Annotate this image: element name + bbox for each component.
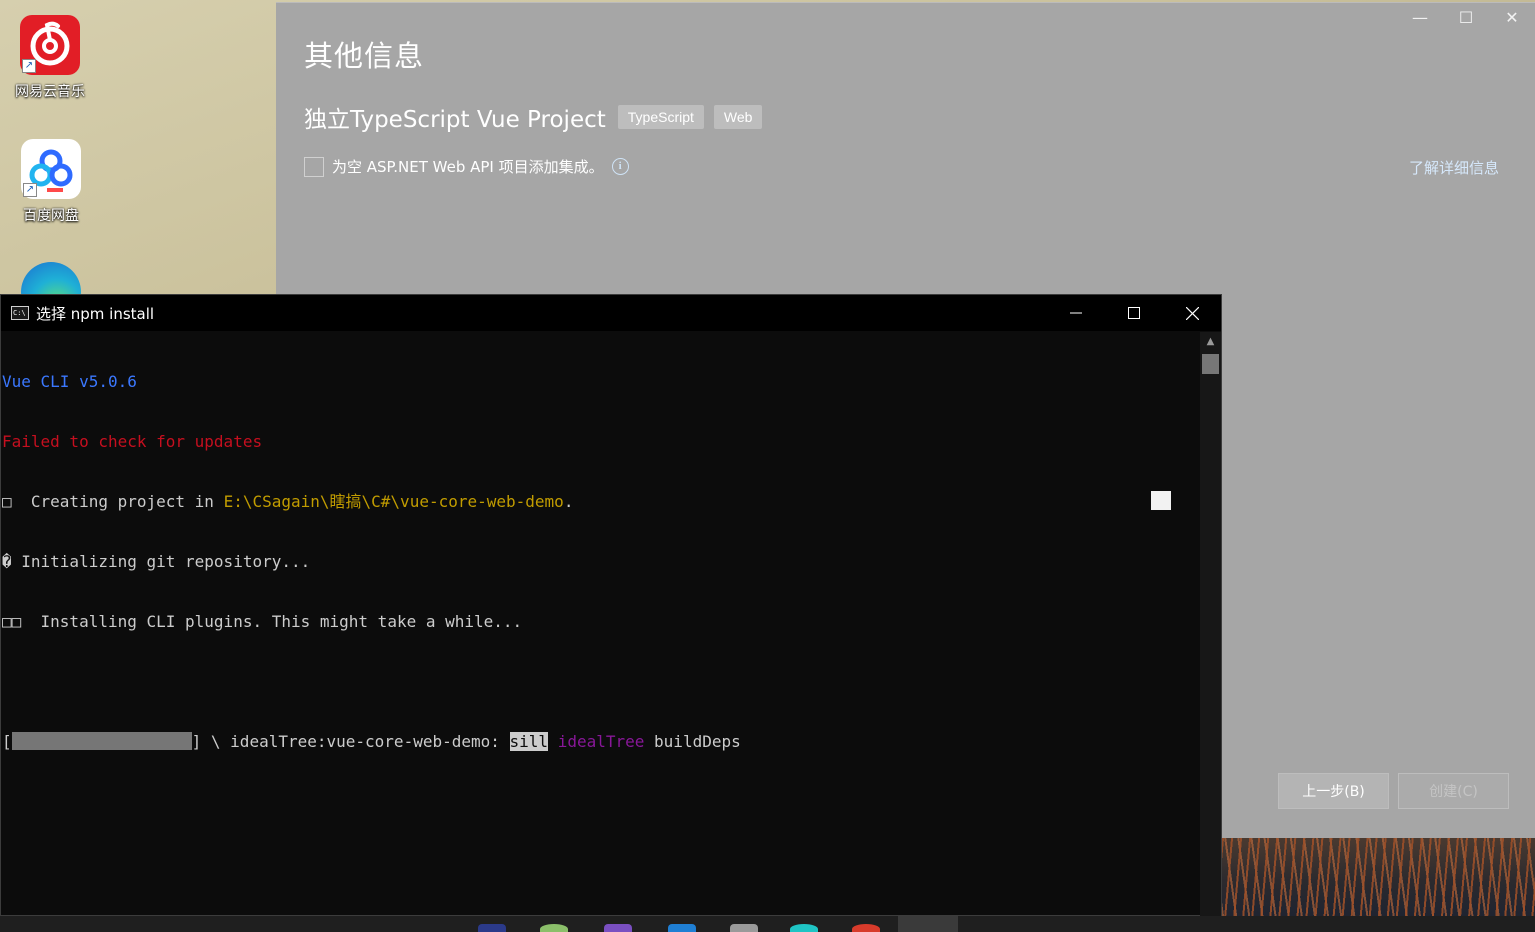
maximize-button[interactable]: ☐ (1443, 3, 1489, 31)
console-line-failed-check: Failed to check for updates (2, 432, 263, 451)
wallpaper-reeds (1222, 838, 1535, 916)
npm-progress-bar (11, 732, 192, 750)
console-app-icon: C:\ (11, 306, 29, 320)
console-title: 选择 npm install (36, 304, 155, 323)
taskbar-app-icon[interactable] (540, 924, 568, 932)
close-button[interactable]: ✕ (1489, 3, 1535, 31)
taskbar-app-icon[interactable] (478, 924, 506, 932)
learn-more-link[interactable]: 了解详细信息 (1409, 157, 1499, 178)
dialog-window-controls: — ☐ ✕ (1397, 3, 1535, 31)
text-cursor (1151, 491, 1171, 510)
log-message: buildDeps (644, 732, 741, 751)
project-path: E:\CSagain\瞎搞\C#\vue-core-web-demo (223, 492, 564, 511)
netease-music-icon: ↗ (20, 15, 80, 75)
minimize-button[interactable]: — (1397, 3, 1443, 31)
shortcut-arrow-icon: ↗ (23, 183, 37, 197)
progress-status: ] \ idealTree:vue-core-web-demo: (191, 732, 510, 751)
back-button[interactable]: 上一步(B) (1278, 773, 1389, 809)
console-line-init-git: � Initializing git repository... (2, 552, 311, 571)
taskbar (0, 916, 1535, 932)
console-scrollbar[interactable]: ▲ (1200, 332, 1221, 916)
minimize-button[interactable] (1047, 295, 1105, 331)
taskbar-app-icon[interactable] (852, 924, 880, 932)
taskbar-active-item[interactable] (898, 916, 958, 932)
desktop-icon-netease-music[interactable]: ↗ 网易云音乐 (12, 15, 88, 101)
scrollbar-thumb[interactable] (1202, 354, 1219, 374)
console-output[interactable]: Vue CLI v5.0.6 Failed to check for updat… (1, 332, 1201, 916)
progress-open: [ (2, 732, 12, 751)
console-line-vue-cli: Vue CLI v5.0.6 (2, 372, 137, 391)
minimize-icon (1070, 312, 1082, 314)
shortcut-arrow-icon: ↗ (22, 59, 36, 73)
taskbar-app-icon[interactable] (604, 924, 632, 932)
console-line-npm-progress: [ ] \ idealTree:vue-core-web-demo: sill i… (2, 732, 1201, 752)
console-window: C:\ 选择 npm install Vue CLI v5.0.6 Failed… (0, 294, 1222, 916)
console-window-controls (1047, 295, 1221, 331)
page-title: 其他信息 (304, 39, 425, 73)
close-icon (1185, 306, 1199, 320)
taskbar-app-icon[interactable] (730, 924, 758, 932)
creating-prefix: □ Creating project in (2, 492, 224, 511)
desktop-icon-label: 百度网盘 (23, 207, 79, 223)
taskbar-app-icon[interactable] (790, 924, 818, 932)
maximize-button[interactable] (1105, 295, 1163, 331)
baidu-netdisk-icon: ↗ (21, 139, 81, 199)
template-name: 独立TypeScript Vue Project (304, 107, 606, 133)
creating-suffix: . (563, 492, 574, 511)
scroll-up-arrow-icon[interactable]: ▲ (1200, 332, 1221, 352)
maximize-icon (1128, 307, 1140, 319)
template-row: 独立TypeScript Vue Project TypeScript Web (304, 100, 763, 134)
tag-typescript: TypeScript (617, 105, 704, 129)
aspnet-integration-checkbox[interactable] (304, 156, 324, 177)
tag-web: Web (713, 105, 763, 129)
console-line-creating: □ Creating project in E:\CSagain\瞎搞\C#\v… (2, 492, 1201, 512)
desktop-icon-baidu-netdisk[interactable]: ↗ 百度网盘 (13, 139, 89, 225)
console-line-installing: □□ Installing CLI plugins. This might ta… (2, 612, 523, 631)
console-titlebar[interactable]: C:\ 选择 npm install (1, 295, 1221, 331)
taskbar-app-icon[interactable] (668, 924, 696, 932)
log-level-sill: sill (509, 732, 549, 751)
aspnet-integration-label: 为空 ASP.NET Web API 项目添加集成。 (332, 158, 604, 176)
desktop-icon-label: 网易云音乐 (15, 83, 85, 99)
close-button[interactable] (1163, 295, 1221, 331)
info-icon[interactable]: i (611, 158, 629, 175)
log-prefix-idealtree: idealTree (557, 732, 645, 751)
create-button[interactable]: 创建(C) (1398, 773, 1509, 809)
aspnet-integration-option: 为空 ASP.NET Web API 项目添加集成。 i (304, 156, 629, 177)
